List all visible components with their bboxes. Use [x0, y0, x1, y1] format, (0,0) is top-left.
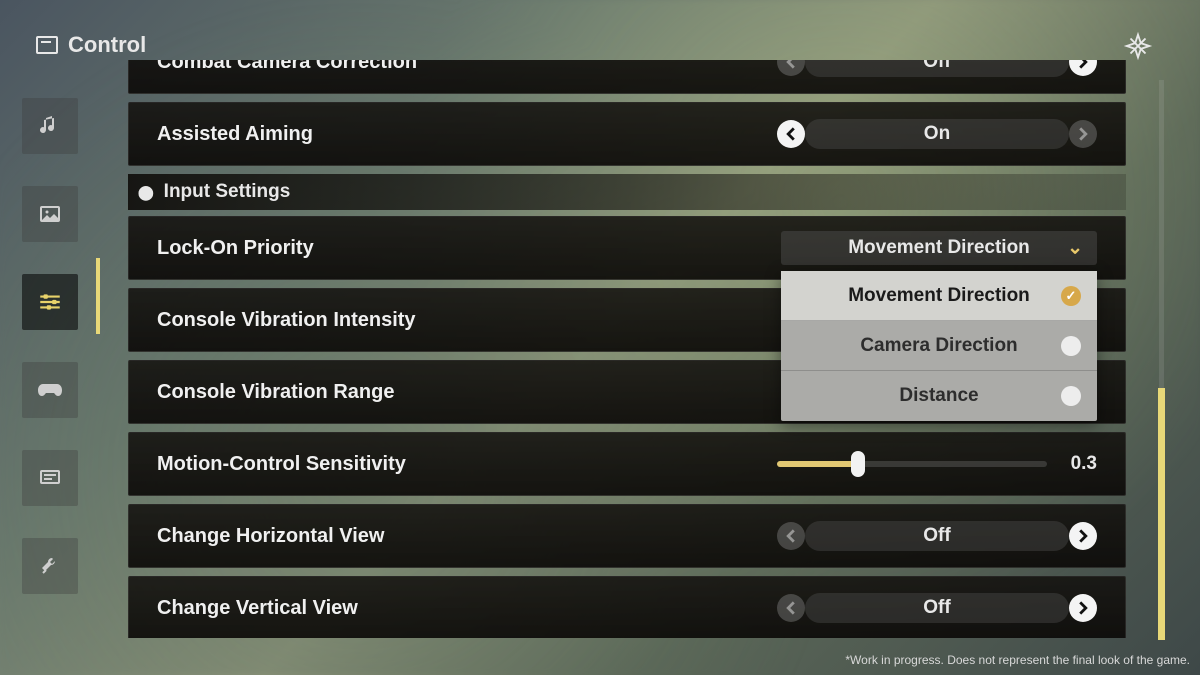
header: Control — [36, 32, 146, 58]
sliders-icon — [37, 289, 63, 315]
nav-image[interactable] — [22, 186, 78, 242]
sensitivity-slider[interactable]: 0.3 — [777, 453, 1097, 475]
nav-gamepad[interactable] — [22, 362, 78, 418]
cycle-value: Off — [805, 593, 1069, 623]
slider-value: 0.3 — [1065, 453, 1097, 475]
cycle-control: Off — [777, 593, 1097, 623]
row-change-vertical[interactable]: Change Vertical View Off — [128, 576, 1126, 638]
audio-icon — [38, 114, 62, 138]
gamepad-icon — [37, 380, 63, 400]
vertical-scrollbar[interactable] — [1159, 80, 1164, 640]
dropdown-option-distance[interactable]: Distance — [781, 371, 1097, 421]
nav-control[interactable] — [22, 274, 78, 330]
row-label: Combat Camera Correction — [157, 60, 777, 74]
radio-selected-icon — [1061, 286, 1081, 306]
row-lock-on-priority[interactable]: Lock-On Priority Movement Direction ⌄ Mo… — [128, 216, 1126, 280]
dropdown-value: Movement Direction — [848, 237, 1030, 259]
cycle-next[interactable] — [1069, 594, 1097, 622]
nav-active-indicator — [96, 258, 100, 334]
lock-on-dropdown[interactable]: Movement Direction ⌄ Movement Direction … — [781, 231, 1097, 265]
chevron-down-icon: ⌄ — [1067, 237, 1083, 260]
cycle-next[interactable] — [1069, 522, 1097, 550]
slider-track[interactable] — [777, 461, 1047, 467]
radio-icon — [1061, 386, 1081, 406]
cycle-value: Off — [805, 60, 1069, 77]
close-icon — [1123, 31, 1153, 61]
cycle-prev[interactable] — [777, 120, 805, 148]
nav-chat[interactable] — [22, 450, 78, 506]
image-icon — [38, 202, 62, 226]
cycle-control: On — [777, 119, 1097, 149]
dropdown-option-camera[interactable]: Camera Direction — [781, 321, 1097, 371]
row-assisted-aiming[interactable]: Assisted Aiming On — [128, 102, 1126, 166]
page-title: Control — [68, 32, 146, 58]
option-label: Movement Direction — [848, 285, 1030, 307]
cycle-prev[interactable] — [777, 594, 805, 622]
control-icon — [36, 36, 58, 54]
row-motion-sensitivity[interactable]: Motion-Control Sensitivity 0.3 — [128, 432, 1126, 496]
cycle-value: Off — [805, 521, 1069, 551]
row-partial: Combat Camera Correction Off — [128, 60, 1130, 94]
tools-icon — [38, 554, 62, 578]
row-change-horizontal[interactable]: Change Horizontal View Off — [128, 504, 1126, 568]
section-title: Input Settings — [164, 181, 291, 203]
cycle-control: Off — [777, 521, 1097, 551]
cycle-prev[interactable] — [777, 60, 805, 76]
nav-tools[interactable] — [22, 538, 78, 594]
option-label: Camera Direction — [860, 335, 1017, 357]
settings-panel: Combat Camera Correction Off Assisted Ai… — [128, 60, 1130, 638]
radio-icon — [1061, 336, 1081, 356]
cycle-value: On — [805, 119, 1069, 149]
option-label: Distance — [899, 385, 978, 407]
row-label: Lock-On Priority — [157, 237, 781, 260]
row-label: Change Vertical View — [157, 597, 777, 620]
cycle-control: Off — [777, 60, 1097, 77]
category-nav — [22, 98, 78, 594]
row-label: Assisted Aiming — [157, 123, 777, 146]
close-button[interactable] — [1120, 28, 1156, 64]
scrollbar-thumb[interactable] — [1158, 388, 1165, 640]
chat-icon — [38, 466, 62, 490]
cycle-next[interactable] — [1069, 120, 1097, 148]
slider-fill — [777, 461, 858, 467]
row-label: Motion-Control Sensitivity — [157, 453, 777, 476]
row-label: Change Horizontal View — [157, 525, 777, 548]
nav-audio[interactable] — [22, 98, 78, 154]
cycle-next[interactable] — [1069, 60, 1097, 76]
section-pin-icon: ⬤ — [138, 184, 154, 201]
dropdown-option-movement[interactable]: Movement Direction — [781, 271, 1097, 321]
cycle-prev[interactable] — [777, 522, 805, 550]
slider-thumb[interactable] — [851, 451, 865, 477]
row-combat-camera[interactable]: Combat Camera Correction Off — [128, 60, 1126, 94]
footer-disclaimer: *Work in progress. Does not represent th… — [845, 653, 1190, 667]
section-input-settings: ⬤ Input Settings — [128, 174, 1126, 210]
dropdown-menu: Movement Direction Camera Direction Dist… — [781, 271, 1097, 421]
